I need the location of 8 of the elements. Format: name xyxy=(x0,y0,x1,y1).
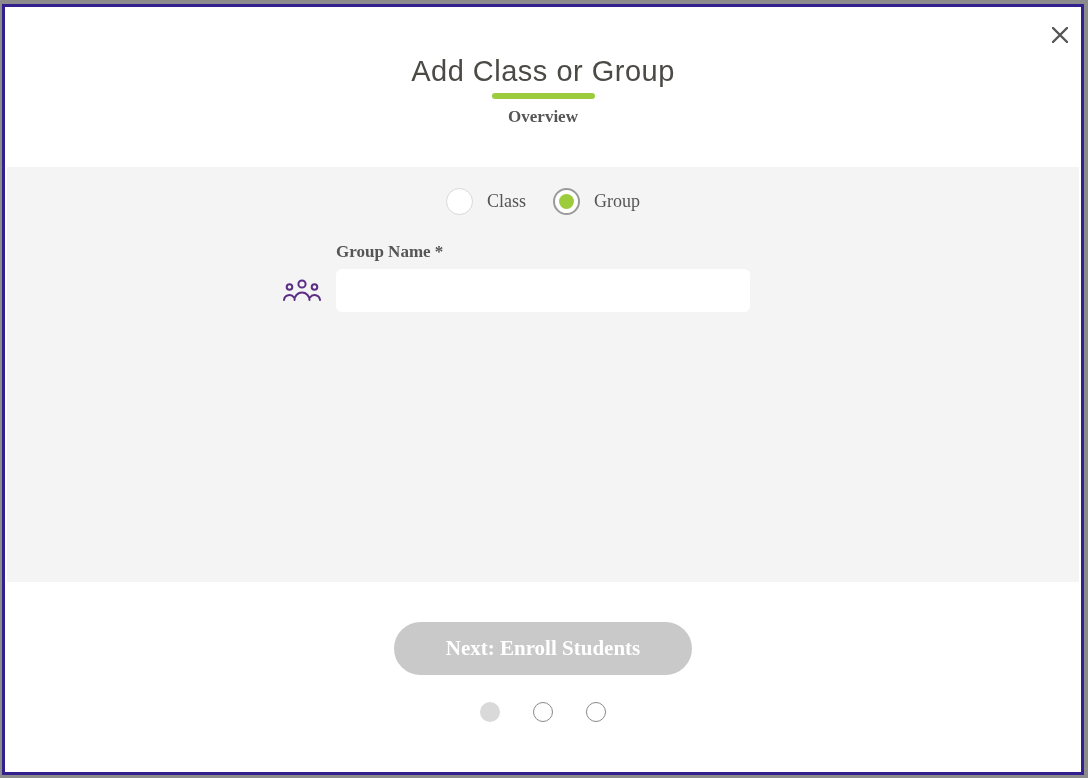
radio-label[interactable]: Group xyxy=(594,190,640,212)
field-label: Group Name * xyxy=(336,242,444,262)
radio-button[interactable] xyxy=(553,187,580,215)
dialog-title: Add Class or Group xyxy=(411,54,675,88)
close-icon[interactable] xyxy=(1052,27,1068,43)
people-icon xyxy=(283,279,321,301)
radio-label[interactable]: Class xyxy=(487,190,526,212)
step-label: Overview xyxy=(508,107,578,127)
